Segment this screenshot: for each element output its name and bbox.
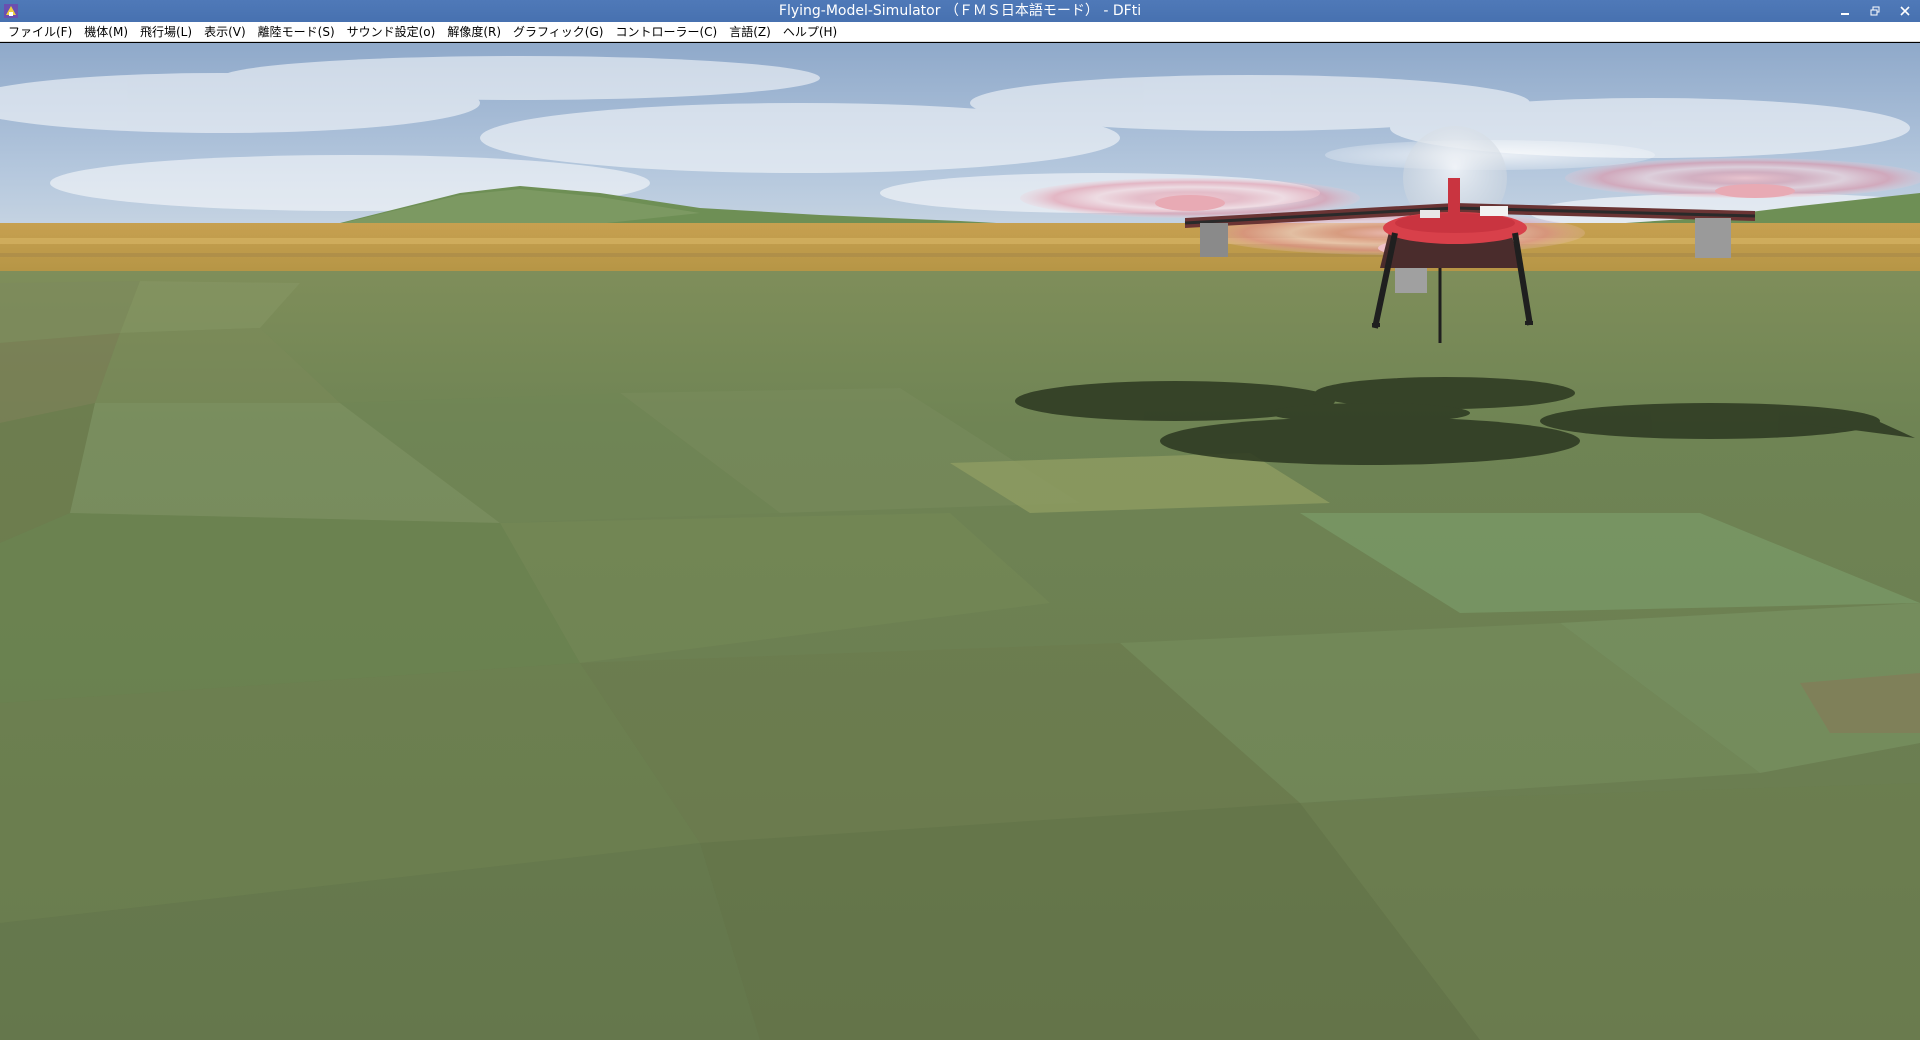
motor-right [1695, 218, 1731, 258]
battery [1480, 206, 1508, 216]
motor-left [1200, 223, 1228, 257]
menu-help[interactable]: ヘルプ(H) [777, 23, 843, 41]
restore-icon[interactable] [1860, 0, 1890, 22]
menu-sound-settings[interactable]: サウンド設定(o) [341, 23, 442, 41]
farmland-stripe-dark [0, 253, 1920, 257]
menu-takeoff-mode[interactable]: 離陸モード(S) [252, 23, 341, 41]
mast [1448, 178, 1460, 228]
menu-bar: ファイル(F) 機体(M) 飛行場(L) 表示(V) 離陸モード(S) サウンド… [0, 22, 1920, 42]
minimize-icon[interactable] [1830, 0, 1860, 22]
menu-controller[interactable]: コントローラー(C) [609, 23, 723, 41]
app-window: Flying-Model-Simulator （ＦＭＳ日本語モード） - DFt… [0, 0, 1920, 1040]
title-bar[interactable]: Flying-Model-Simulator （ＦＭＳ日本語モード） - DFt… [0, 0, 1920, 22]
window-controls [1830, 0, 1920, 22]
menu-language[interactable]: 言語(Z) [723, 23, 777, 41]
farmland-band [0, 223, 1920, 275]
menu-graphics[interactable]: グラフィック(G) [507, 23, 609, 41]
farmland-stripe [0, 238, 1920, 244]
prop-hub-left [1155, 195, 1225, 211]
menu-model[interactable]: 機体(M) [78, 23, 134, 41]
menu-resolution[interactable]: 解像度(R) [441, 23, 507, 41]
receiver [1420, 210, 1440, 218]
menu-airfield[interactable]: 飛行場(L) [134, 23, 198, 41]
simulator-viewport[interactable] [0, 43, 1920, 1040]
scene-canvas [0, 43, 1920, 1040]
close-icon[interactable] [1890, 0, 1920, 22]
menu-file[interactable]: ファイル(F) [2, 23, 78, 41]
window-title: Flying-Model-Simulator （ＦＭＳ日本語モード） - DFt… [778, 3, 1142, 19]
prop-hub-right [1715, 184, 1795, 198]
menu-view[interactable]: 表示(V) [198, 23, 252, 41]
